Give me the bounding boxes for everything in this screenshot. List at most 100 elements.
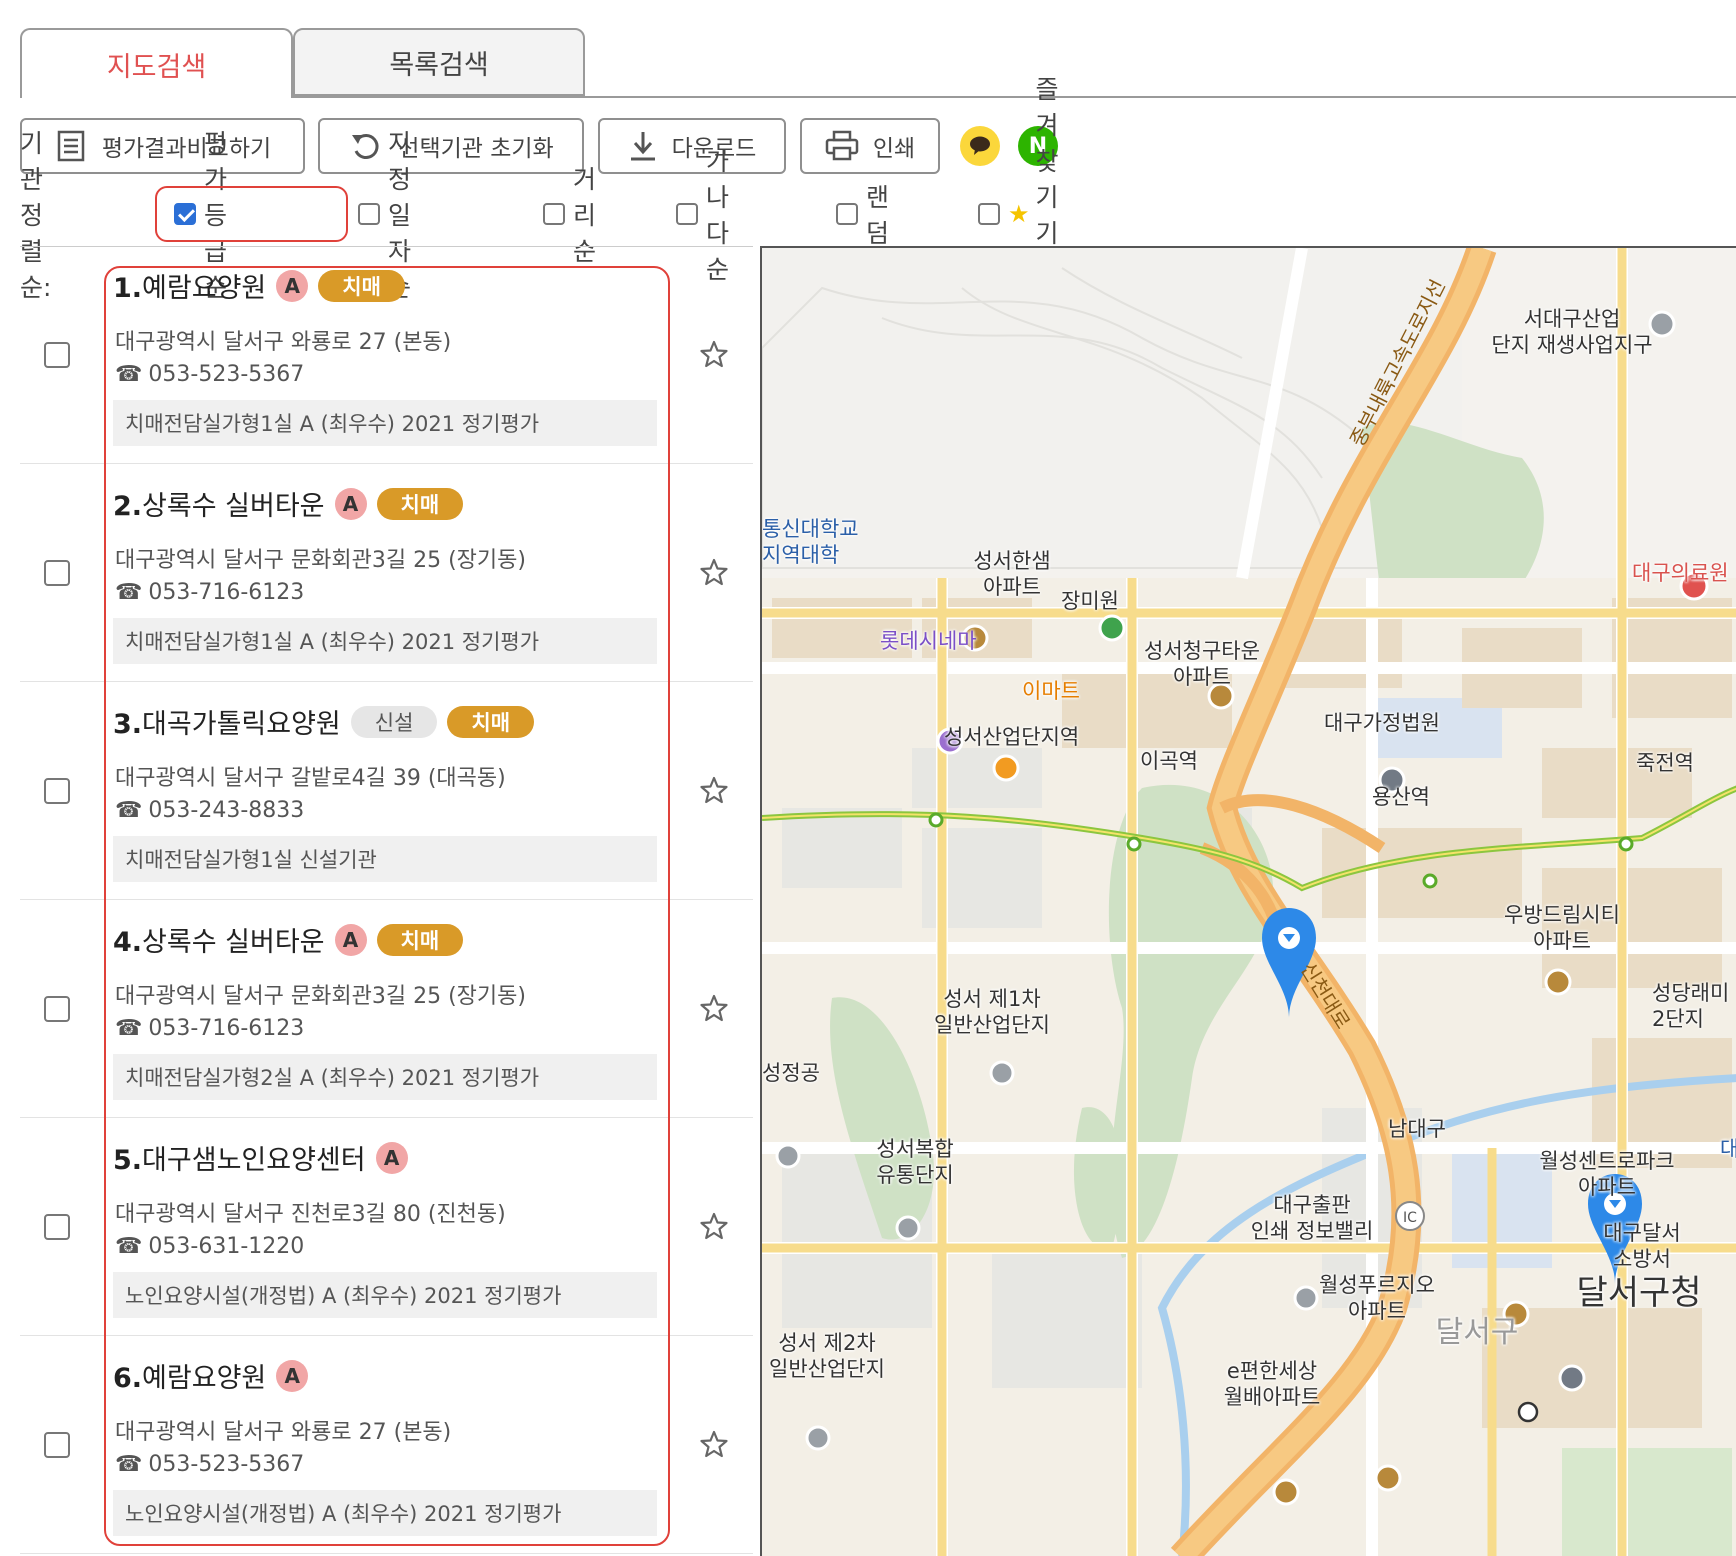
map-place-label[interactable]: 달서구: [1402, 1318, 1552, 1348]
facility-phone: ☎ 053-523-5367: [115, 362, 304, 387]
tab-map-search[interactable]: 지도검색: [20, 28, 293, 98]
evaluation-result: 치매전담실가형1실 A (최우수) 2021 정기평가: [113, 400, 657, 446]
map-place-label[interactable]: 성서 제1차 일반산업단지: [912, 986, 1072, 1038]
facility-number-and-name[interactable]: 3.대곡가톨릭요양원: [113, 702, 341, 741]
sort-distance-checkbox[interactable]: [543, 203, 565, 225]
favorite-star-icon[interactable]: [700, 776, 728, 808]
facility-title[interactable]: 4.상록수 실버타운 A 치매: [113, 920, 464, 959]
map-view[interactable]: IC 중부내륙고속도로지선 신천대로 서대구산업 단지 재생사업지구 통신대학교 …: [760, 246, 1736, 1556]
facility-title[interactable]: 3.대곡가톨릭요양원 신설 치매: [113, 702, 535, 741]
select-checkbox[interactable]: [44, 996, 70, 1022]
facility-number-and-name[interactable]: 2.상록수 실버타운: [113, 484, 325, 523]
evaluation-result: 노인요양시설(개정법) A (최우수) 2021 정기평가: [113, 1490, 657, 1536]
favorite-star-icon[interactable]: [700, 1212, 728, 1244]
dementia-badge: 치매: [447, 705, 535, 738]
select-checkbox[interactable]: [44, 560, 70, 586]
map-place-label[interactable]: 대: [1720, 1136, 1736, 1162]
compare-results-label: 평가결과비교하기: [101, 136, 272, 162]
map-place-label[interactable]: e편한세상 월배아파트: [1202, 1358, 1342, 1410]
tab-bar: 지도검색 목록검색: [20, 28, 1736, 98]
map-place-label[interactable]: 성서산업단지역: [944, 724, 1079, 750]
map-place-label[interactable]: 월성푸르지오 아파트: [1302, 1272, 1452, 1324]
select-checkbox[interactable]: [44, 1214, 70, 1240]
sort-option-alphabetical[interactable]: 가나다순: [676, 147, 729, 284]
facility-name[interactable]: 대구샘노인요양센터: [142, 1145, 366, 1176]
tab-list-search[interactable]: 목록검색: [293, 28, 585, 96]
map-place-label[interactable]: 남대구: [1382, 1116, 1452, 1142]
phone-number: 053-716-6123: [148, 1016, 305, 1041]
sort-date-checkbox[interactable]: [358, 203, 380, 225]
list-item[interactable]: 6.예람요양원 A 대구광역시 달서구 와룡로 27 (본동) ☎ 053-523-53…: [20, 1336, 753, 1554]
favorite-star-icon[interactable]: [700, 1430, 728, 1462]
map-place-label[interactable]: 성서청구타운 아파트: [1122, 638, 1282, 690]
facility-phone: ☎ 053-243-8833: [115, 798, 304, 823]
list-item[interactable]: 1.예람요양원 A 치매대구광역시 달서구 와룡로 27 (본동) ☎ 053-523-…: [20, 246, 753, 464]
facility-address: 대구광역시 달서구 와룡로 27 (본동): [115, 330, 452, 355]
map-place-label[interactable]: 롯데시네마: [880, 628, 977, 654]
favorite-star-icon[interactable]: [700, 340, 728, 372]
facility-number-and-name[interactable]: 1.예람요양원: [113, 266, 266, 305]
kakao-talk-share-button[interactable]: [960, 126, 1000, 166]
list-item[interactable]: 2.상록수 실버타운 A 치매 대구광역시 달서구 문화회관3길 25 (장기동) ☎ 0…: [20, 464, 753, 682]
map-place-label[interactable]: 대구달서 소방서: [1582, 1220, 1702, 1272]
facility-number-and-name[interactable]: 6.예람요양원: [113, 1356, 266, 1395]
facility-name[interactable]: 대곡가톨릭요양원: [142, 709, 341, 740]
sort-option-random[interactable]: 랜덤: [836, 183, 889, 248]
select-checkbox[interactable]: [44, 778, 70, 804]
facility-name[interactable]: 상록수 실버타운: [142, 491, 324, 522]
reset-selection-button[interactable]: 선택기관 초기화: [318, 118, 584, 174]
map-place-label[interactable]: 통신대학교 지역대학: [762, 516, 859, 568]
download-icon: [630, 132, 655, 161]
sort-option-distance[interactable]: 거리순: [543, 165, 596, 266]
map-place-label[interactable]: 성서복합 유통단지: [850, 1136, 980, 1188]
map-place-label[interactable]: 이곡역: [1140, 748, 1198, 774]
print-button[interactable]: 인쇄: [800, 118, 940, 174]
compare-results-button[interactable]: 평가결과비교하기: [20, 118, 305, 174]
list-item[interactable]: 5.대구샘노인요양센터 A 대구광역시 달서구 진천로3길 80 (진천동) ☎ 053…: [20, 1118, 753, 1336]
map-place-label[interactable]: 대구의료원: [1632, 560, 1729, 586]
facility-number-and-name[interactable]: 4.상록수 실버타운: [113, 920, 325, 959]
sort-random-checkbox[interactable]: [836, 203, 858, 225]
map-place-label[interactable]: 장미원: [1050, 588, 1130, 614]
map-place-label[interactable]: 서대구산업 단지 재생사업지구: [1462, 306, 1682, 358]
facility-number: 2.: [113, 491, 143, 522]
favorites-checkbox[interactable]: [978, 203, 1000, 225]
select-checkbox[interactable]: [44, 1432, 70, 1458]
map-place-label[interactable]: 성당래미 2단지: [1652, 980, 1729, 1032]
facility-title[interactable]: 2.상록수 실버타운 A 치매: [113, 484, 464, 523]
download-button[interactable]: 다운로드: [598, 118, 786, 174]
map-place-label[interactable]: 달서구청: [1574, 1276, 1704, 1310]
map-place-label[interactable]: 용산역: [1372, 784, 1430, 810]
map-place-label[interactable]: 대구출판 인쇄 정보밸리: [1232, 1192, 1392, 1244]
select-checkbox[interactable]: [44, 342, 70, 368]
map-place-label[interactable]: 월성센트로파크 아파트: [1502, 1148, 1712, 1200]
list-item[interactable]: 4.상록수 실버타운 A 치매 대구광역시 달서구 문화회관3길 25 (장기동) ☎ 0…: [20, 900, 753, 1118]
map-place-label[interactable]: 성서 제2차 일반산업단지: [762, 1330, 892, 1382]
phone-number: 053-716-6123: [148, 580, 305, 605]
facility-title[interactable]: 5.대구샘노인요양센터 A: [113, 1138, 408, 1177]
facility-title[interactable]: 6.예람요양원 A: [113, 1356, 309, 1395]
evaluation-result: 치매전담실가형2실 A (최우수) 2021 정기평가: [113, 1054, 657, 1100]
map-place-label[interactable]: 죽전역: [1636, 750, 1694, 776]
favorite-star-icon[interactable]: [700, 994, 728, 1026]
map-place-label[interactable]: 성정공: [762, 1060, 820, 1086]
sort-label: 기관정렬순:: [20, 129, 52, 302]
sort-alphabetical-checkbox[interactable]: [676, 203, 698, 225]
evaluation-result: 치매전담실가형1실 신설기관: [113, 836, 657, 882]
facility-address: 대구광역시 달서구 와룡로 27 (본동): [115, 1420, 452, 1445]
facility-number-and-name[interactable]: 5.대구샘노인요양센터: [113, 1138, 366, 1177]
facility-number: 1.: [113, 273, 143, 304]
favorites-filter[interactable]: ★즐겨찾기 기관 보기: [978, 75, 1059, 356]
facility-title[interactable]: 1.예람요양원 A 치매: [113, 266, 405, 305]
sort-option-date[interactable]: 지정일자순: [358, 129, 411, 302]
map-place-label[interactable]: 우방드림시티 아파트: [1482, 902, 1642, 954]
grade-badge: A: [375, 1141, 408, 1174]
map-place-label[interactable]: 이마트: [1022, 678, 1080, 704]
favorites-star-icon: ★: [1008, 200, 1030, 228]
facility-name[interactable]: 예람요양원: [142, 1363, 266, 1394]
map-place-label[interactable]: 대구가정법원: [1292, 710, 1472, 736]
favorite-star-icon[interactable]: [700, 558, 728, 590]
facility-name[interactable]: 예람요양원: [142, 273, 266, 304]
facility-name[interactable]: 상록수 실버타운: [142, 927, 324, 958]
list-item[interactable]: 3.대곡가톨릭요양원 신설 치매 대구광역시 달서구 갈밭로4길 39 (대곡동) ☎ 0…: [20, 682, 753, 900]
